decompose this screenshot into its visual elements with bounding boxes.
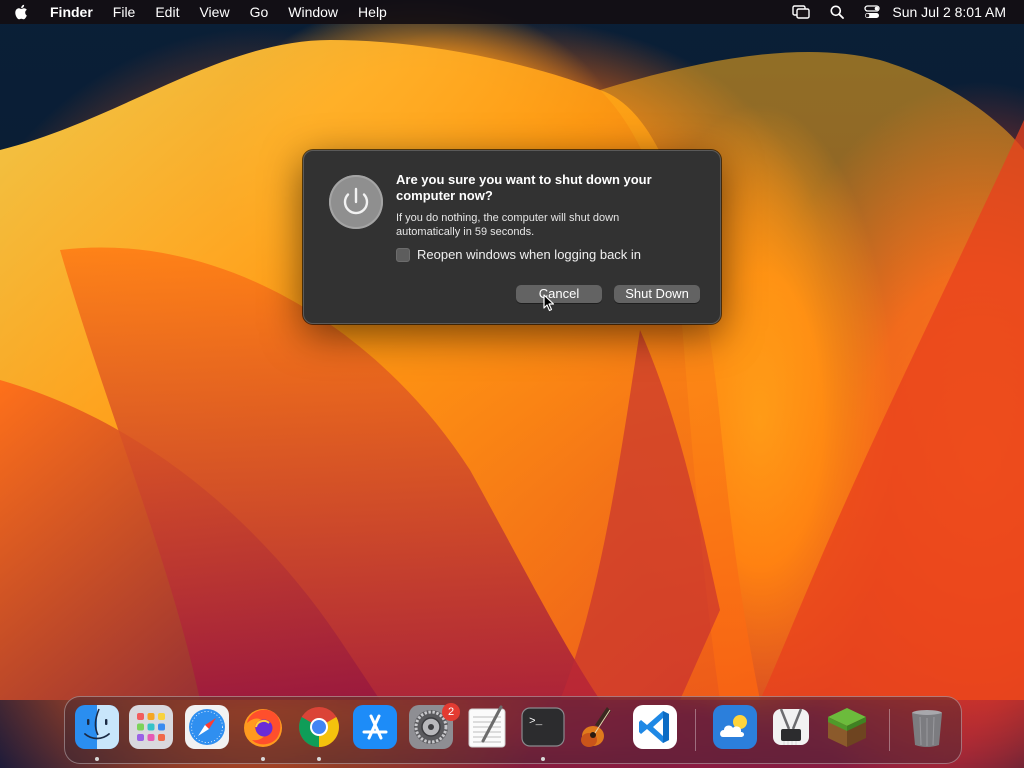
menu-window[interactable]: Window: [288, 4, 338, 20]
trash-icon[interactable]: [905, 705, 949, 749]
menu-app-name[interactable]: Finder: [50, 4, 93, 20]
finder-icon[interactable]: [75, 705, 119, 749]
menu-view[interactable]: View: [199, 4, 229, 20]
finder-running-indicator: [95, 757, 99, 761]
menu-go[interactable]: Go: [250, 4, 269, 20]
app-store-icon[interactable]: [353, 705, 397, 749]
menu-edit[interactable]: Edit: [155, 4, 179, 20]
reopen-windows-option[interactable]: Reopen windows when logging back in: [396, 247, 641, 262]
minecraft-icon[interactable]: [825, 705, 869, 749]
cancel-button[interactable]: Cancel: [516, 285, 602, 303]
dialog-title: Are you sure you want to shut down your …: [396, 172, 652, 203]
reopen-windows-checkbox[interactable]: [396, 247, 410, 262]
dock: 2 >_: [64, 696, 962, 764]
settings-badge: 2: [442, 703, 460, 721]
garageband-icon[interactable]: [577, 705, 621, 749]
search-icon[interactable]: [830, 5, 845, 19]
vscode-icon[interactable]: [633, 705, 677, 749]
power-icon: [329, 175, 383, 229]
chrome-running-indicator: [317, 757, 321, 761]
desktop-wallpaper: [0, 0, 1024, 768]
menu-clock[interactable]: Sun Jul 2 8:01 AM: [892, 4, 1006, 20]
shut-down-button[interactable]: Shut Down: [614, 285, 700, 303]
screen-mirroring-icon[interactable]: [792, 5, 811, 19]
dialog-message: If you do nothing, the computer will shu…: [396, 212, 620, 238]
dock-separator: [695, 709, 696, 751]
firefox-icon[interactable]: [241, 705, 285, 749]
svg-text:>_: >_: [529, 716, 543, 728]
launchpad-icon[interactable]: [129, 705, 173, 749]
weather-icon[interactable]: [713, 705, 757, 749]
terminal-icon[interactable]: >_: [521, 705, 565, 749]
system-info-icon[interactable]: [769, 705, 813, 749]
chrome-icon[interactable]: [297, 705, 341, 749]
menu-bar: Finder File Edit View Go Window Help Sun…: [0, 0, 1024, 24]
menu-file[interactable]: File: [113, 4, 136, 20]
safari-icon[interactable]: [185, 705, 229, 749]
firefox-running-indicator: [261, 757, 265, 761]
terminal-running-indicator: [541, 757, 545, 761]
control-center-icon[interactable]: [864, 5, 881, 19]
dock-separator: [889, 709, 890, 751]
apple-icon[interactable]: [14, 4, 28, 20]
shutdown-dialog: Are you sure you want to shut down your …: [303, 150, 721, 324]
reopen-windows-label[interactable]: Reopen windows when logging back in: [417, 247, 641, 262]
textedit-icon[interactable]: [465, 705, 509, 749]
menu-help[interactable]: Help: [358, 4, 387, 20]
mouse-cursor-icon: [543, 294, 555, 312]
